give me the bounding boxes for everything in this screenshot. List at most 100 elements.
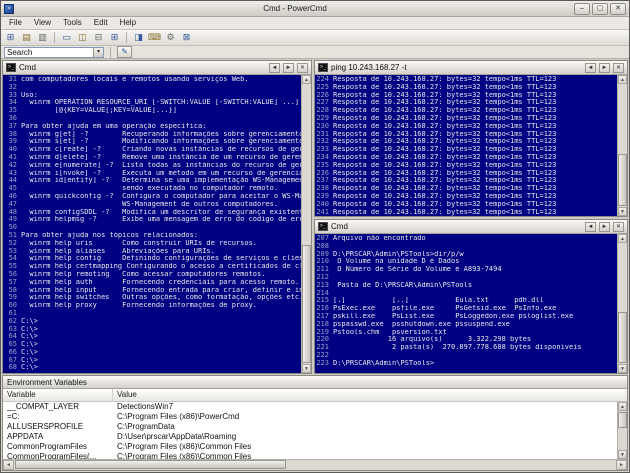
scrollbar-thumb[interactable] (618, 412, 627, 429)
app-icon: > (4, 3, 14, 14)
close-console-button[interactable]: ✕ (297, 62, 308, 73)
console-line: 234 Resposta de 10.243.168.27: bytes=32 t… (316, 152, 557, 161)
menu-item[interactable]: Edit (88, 17, 114, 29)
console-line: 225 Resposta de 10.243.168.27: bytes=32 t… (316, 82, 557, 91)
minimize-button[interactable]: – (574, 2, 590, 15)
layout-split-horizontal-icon[interactable]: ⊟ (91, 31, 106, 45)
stop-icon[interactable]: ⊠ (179, 31, 194, 45)
env-table-row[interactable]: __COMPAT_LAYER DetectionsWin7 (3, 402, 617, 412)
console-output[interactable]: 31 com computadores locais e remotos usan… (3, 75, 301, 373)
env-variable-value: DetectionsWin7 (117, 402, 174, 411)
next-tab-button[interactable]: ► (599, 62, 610, 73)
menu-item[interactable]: Tools (57, 17, 88, 29)
console-line: 63 C:\> (8, 324, 38, 333)
console-line: 46 winrm quickconfig -? Configura o comp… (8, 191, 301, 200)
next-tab-button[interactable]: ► (599, 221, 610, 232)
settings-icon[interactable]: ⚙ (163, 31, 178, 45)
scroll-right-arrow-icon[interactable]: ► (616, 460, 627, 470)
open-session-icon[interactable]: ▤ (19, 31, 34, 45)
close-console-button[interactable]: ✕ (613, 62, 624, 73)
env-variable-name: CommonProgramFiles(... (7, 452, 97, 459)
next-tab-button[interactable]: ► (283, 62, 294, 73)
column-header-variable[interactable]: Variable (3, 389, 113, 401)
console-line: 53 winrm help aliases Abreviações para U… (8, 246, 215, 255)
scroll-up-arrow-icon[interactable]: ▲ (302, 75, 311, 84)
console-line: 207 Arquivo não encontrado (316, 234, 426, 242)
scroll-up-arrow-icon[interactable]: ▲ (618, 234, 627, 243)
menu-item[interactable]: File (3, 17, 28, 29)
console-line: 228 Resposta de 10.243.168.27: bytes=32 t… (316, 106, 557, 115)
env-table-row[interactable]: APPDATA D:\User\prscar\AppData\Roaming (3, 432, 617, 442)
console-line: 43 winrm i[nvoke] -? Executa um método e… (8, 168, 301, 177)
console-line: 229 Resposta de 10.243.168.27: bytes=32 t… (316, 113, 557, 122)
panel-tab-label[interactable]: ping 10.243.168.27 -t (331, 63, 582, 72)
panel-tab-label[interactable]: Cmd (19, 63, 266, 72)
scroll-up-arrow-icon[interactable]: ▲ (618, 402, 627, 411)
console-output[interactable]: 224 Resposta de 10.243.168.27: bytes=32 t… (315, 75, 617, 216)
console-line: 227 Resposta de 10.243.168.27: bytes=32 t… (316, 98, 557, 107)
close-button[interactable]: ✕ (610, 2, 626, 15)
env-table-row[interactable]: CommonProgramFiles(... C:\Program Files … (3, 452, 617, 459)
panel-header: >_ ping 10.243.168.27 -t ◄ ► ✕ (315, 61, 627, 75)
env-variable-name: =C: (7, 412, 20, 421)
scroll-down-arrow-icon[interactable]: ▼ (302, 364, 311, 373)
scroll-down-arrow-icon[interactable]: ▼ (618, 450, 627, 459)
search-input[interactable] (5, 47, 93, 57)
horizontal-scrollbar[interactable]: ◄ ► (3, 459, 627, 470)
scrollbar-thumb[interactable] (302, 245, 311, 363)
scrollbar-track[interactable] (14, 460, 616, 470)
scrollbar-thumb[interactable] (618, 154, 627, 206)
vertical-scrollbar[interactable]: ▲ ▼ (301, 75, 311, 373)
toolbar-separator (126, 32, 127, 43)
console-line: 212 (316, 272, 329, 281)
console-line: 215 [.] [..] Eula.txt pdh.dll (316, 296, 544, 305)
layout-split-vertical-icon[interactable]: ◫ (75, 31, 90, 45)
console-output[interactable]: 207 Arquivo não encontrado 208 209 D:\PRSCAR… (315, 234, 617, 373)
console-line: 211 O Número de Série do Volume é A893-7… (316, 265, 502, 274)
vertical-scrollbar[interactable]: ▲ ▼ (617, 402, 627, 459)
menu-item[interactable]: View (28, 17, 57, 29)
console-line: 31 com computadores locais e remotos usan… (8, 75, 249, 83)
env-table-row[interactable]: =C: C:\Program Files (x86)\PowerCmd (3, 412, 617, 422)
menu-item[interactable]: Help (114, 17, 142, 29)
title-bar[interactable]: > Cmd - PowerCmd – ▢ ✕ (1, 1, 629, 17)
vertical-scrollbar[interactable]: ▲ ▼ (617, 234, 627, 373)
console-panel-cmd-lower: >_ Cmd ◄ ► ✕ 207 Arquivo não encontrado 20… (314, 219, 628, 374)
save-output-icon[interactable]: ▥ (35, 31, 50, 45)
scrollbar-track[interactable] (618, 84, 627, 207)
panel-header: >_ Cmd ◄ ► ✕ (315, 220, 627, 234)
close-console-button[interactable]: ✕ (613, 221, 624, 232)
column-header-value[interactable]: Value (113, 389, 627, 401)
console-line: 39 winrm s[et] -? Modificando informaçõe… (8, 137, 301, 146)
console-line: 60 winrm help proxy Fornecendo informaçõ… (8, 301, 258, 310)
keyboard-icon[interactable]: ⌨ (147, 31, 162, 45)
console-line: 56 winrm help remoting Como acessar comp… (8, 269, 266, 278)
scrollbar-track[interactable] (618, 411, 627, 450)
console-line: 58 winrm help input Fornecendo entrada p… (8, 285, 301, 294)
env-table-row[interactable]: ALLUSERSPROFILE C:\ProgramData (3, 422, 617, 432)
vertical-scrollbar[interactable]: ▲ ▼ (617, 75, 627, 216)
scrollbar-thumb[interactable] (15, 460, 286, 469)
layout-single-icon[interactable]: ▭ (59, 31, 74, 45)
prev-tab-button[interactable]: ◄ (585, 62, 596, 73)
scroll-down-arrow-icon[interactable]: ▼ (618, 207, 627, 216)
scrollbar-track[interactable] (618, 243, 627, 364)
panel-tab-label[interactable]: Cmd (331, 222, 582, 231)
env-table-row[interactable]: CommonProgramFiles C:\Program Files (x86… (3, 442, 617, 452)
snapshot-icon[interactable]: ◨ (131, 31, 146, 45)
maximize-button[interactable]: ▢ (592, 2, 608, 15)
console-line: 40 winrm c[reate] -? Criando novas instâ… (8, 145, 301, 154)
console-line: 54 winrm help config Definindo configura… (8, 254, 301, 263)
prev-tab-button[interactable]: ◄ (269, 62, 280, 73)
highlight-button[interactable]: ✎ (117, 46, 132, 58)
scroll-left-arrow-icon[interactable]: ◄ (3, 460, 14, 470)
prev-tab-button[interactable]: ◄ (585, 221, 596, 232)
new-console-icon[interactable]: ⊞ (3, 31, 18, 45)
scroll-up-arrow-icon[interactable]: ▲ (618, 75, 627, 84)
scroll-down-arrow-icon[interactable]: ▼ (618, 364, 627, 373)
console-line: 66 C:\> (8, 347, 38, 356)
scrollbar-thumb[interactable] (618, 312, 627, 363)
layout-grid-icon[interactable]: ⊞ (107, 31, 122, 45)
scrollbar-track[interactable] (302, 84, 311, 364)
search-dropdown-arrow-icon[interactable]: ▾ (93, 47, 103, 57)
